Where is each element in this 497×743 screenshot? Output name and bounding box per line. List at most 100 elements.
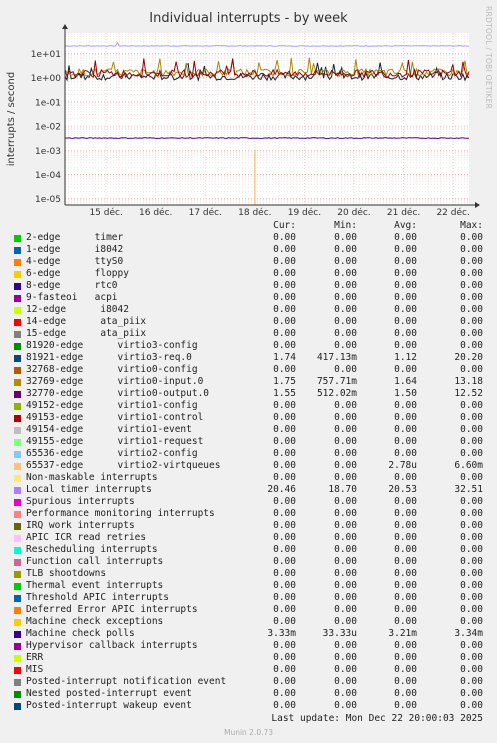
legend-row: 32768-edge virtio0-config 0.00 0.00 0.00 0.0… bbox=[0, 364, 497, 376]
value-avg: 0.00 bbox=[394, 580, 417, 591]
value-cur: 0.00 bbox=[273, 256, 296, 267]
legend-label: 14-edge ata_piix bbox=[26, 316, 147, 327]
value-cur: 0.00 bbox=[273, 232, 296, 243]
value-min: 0.00 bbox=[334, 688, 357, 699]
value-avg: 0.00 bbox=[394, 280, 417, 291]
legend-label: Thermal event interrupts bbox=[26, 580, 164, 591]
legend-swatch bbox=[14, 511, 21, 518]
value-cur: 1.55 bbox=[273, 388, 296, 399]
value-max: 6.60m bbox=[454, 460, 483, 471]
value-cur: 0.00 bbox=[273, 700, 296, 711]
last-update: Last update: Mon Dec 22 20:00:03 2025 bbox=[271, 713, 483, 724]
legend-swatch bbox=[14, 427, 21, 434]
value-avg: 0.00 bbox=[394, 364, 417, 375]
legend-swatch bbox=[14, 259, 21, 266]
legend-label: Posted-interrupt notification event bbox=[26, 676, 227, 687]
value-avg: 0.00 bbox=[394, 652, 417, 663]
legend-row: 6-edge floppy 0.00 0.00 0.00 0.00 bbox=[0, 268, 497, 280]
value-max: 0.00 bbox=[460, 640, 483, 651]
legend-label: Non-maskable interrupts bbox=[26, 472, 158, 483]
legend-row: 14-edge ata_piix 0.00 0.00 0.00 0.00 bbox=[0, 316, 497, 328]
legend-label: Nested posted-interrupt event bbox=[26, 688, 192, 699]
legend-swatch bbox=[14, 607, 21, 614]
value-max: 32.51 bbox=[454, 484, 483, 495]
value-max: 0.00 bbox=[460, 604, 483, 615]
legend-row: 49153-edge virtio1-control 0.00 0.00 0.00 0.… bbox=[0, 412, 497, 424]
value-avg: 0.00 bbox=[394, 232, 417, 243]
value-avg: 0.00 bbox=[394, 508, 417, 519]
legend-label: Rescheduling interrupts bbox=[26, 544, 158, 555]
legend-row: TLB shootdowns 0.00 0.00 0.00 0.00 bbox=[0, 568, 497, 580]
legend-row: Hypervisor callback interrupts 0.00 0.00 0.… bbox=[0, 640, 497, 652]
legend-swatch bbox=[14, 487, 21, 494]
legend-row: 32769-edge virtio0-input.0 1.75 757.71m 1.6… bbox=[0, 376, 497, 388]
value-cur: 0.00 bbox=[273, 400, 296, 411]
legend-swatch bbox=[14, 403, 21, 410]
legend-label: 65536-edge virtio2-config bbox=[26, 448, 198, 459]
value-cur: 0.00 bbox=[273, 616, 296, 627]
value-max: 0.00 bbox=[460, 616, 483, 627]
value-avg: 0.00 bbox=[394, 688, 417, 699]
legend-label: 81920-edge virtio3-config bbox=[26, 340, 198, 351]
legend-swatch bbox=[14, 295, 21, 302]
value-max: 0.00 bbox=[460, 268, 483, 279]
legend-row: Spurious interrupts 0.00 0.00 0.00 0.00 bbox=[0, 496, 497, 508]
legend-swatch bbox=[14, 643, 21, 650]
legend-label: APIC ICR read retries bbox=[26, 532, 147, 543]
legend-swatch bbox=[14, 415, 21, 422]
value-cur: 0.00 bbox=[273, 652, 296, 663]
legend-swatch bbox=[14, 655, 21, 662]
legend-label: 6-edge floppy bbox=[26, 268, 129, 279]
value-avg: 0.00 bbox=[394, 664, 417, 675]
value-max: 0.00 bbox=[460, 592, 483, 603]
legend-row: 4-edge ttyS0 0.00 0.00 0.00 0.00 bbox=[0, 256, 497, 268]
legend-label: Deferred Error APIC interrupts bbox=[26, 604, 198, 615]
value-cur: 0.00 bbox=[273, 424, 296, 435]
legend-row: Nested posted-interrupt event 0.00 0.00 0.0… bbox=[0, 688, 497, 700]
value-cur: 0.00 bbox=[273, 412, 296, 423]
legend-row: APIC ICR read retries 0.00 0.00 0.00 0.00 bbox=[0, 532, 497, 544]
value-cur: 3.33m bbox=[267, 628, 296, 639]
legend-row: 65536-edge virtio2-config 0.00 0.00 0.00 0.0… bbox=[0, 448, 497, 460]
legend-row: Non-maskable interrupts 0.00 0.00 0.00 0.00 bbox=[0, 472, 497, 484]
legend-row: 49155-edge virtio1-request 0.00 0.00 0.00 0.… bbox=[0, 436, 497, 448]
value-cur: 0.00 bbox=[273, 364, 296, 375]
legend-row: 81920-edge virtio3-config 0.00 0.00 0.00 0.0… bbox=[0, 340, 497, 352]
value-max: 12.52 bbox=[454, 388, 483, 399]
legend-header: Cur: Min: Avg: Max: bbox=[0, 220, 497, 232]
value-max: 0.00 bbox=[460, 652, 483, 663]
value-min: 0.00 bbox=[334, 532, 357, 543]
value-cur: 1.74 bbox=[273, 352, 296, 363]
value-cur: 0.00 bbox=[273, 592, 296, 603]
value-avg: 0.00 bbox=[394, 304, 417, 315]
legend-row: ERR 0.00 0.00 0.00 0.00 bbox=[0, 652, 497, 664]
value-avg: 0.00 bbox=[394, 568, 417, 579]
value-avg: 0.00 bbox=[394, 292, 417, 303]
y-tick-label: 1e-04 bbox=[35, 171, 61, 181]
y-axis-label: interrupts / second bbox=[6, 72, 17, 166]
x-tick-label: 21 déc. bbox=[387, 207, 420, 218]
value-avg: 0.00 bbox=[394, 448, 417, 459]
value-max: 0.00 bbox=[460, 700, 483, 711]
value-cur: 1.75 bbox=[273, 376, 296, 387]
value-avg: 0.00 bbox=[394, 616, 417, 627]
value-cur: 0.00 bbox=[273, 676, 296, 687]
legend-row: Rescheduling interrupts 0.00 0.00 0.00 0.00 bbox=[0, 544, 497, 556]
legend-row: Function call interrupts 0.00 0.00 0.00 0.00 bbox=[0, 556, 497, 568]
legend-swatch bbox=[14, 547, 21, 554]
value-avg: 0.00 bbox=[394, 256, 417, 267]
legend-row: Thermal event interrupts 0.00 0.00 0.00 0.00 bbox=[0, 580, 497, 592]
header-max: Max: bbox=[460, 220, 483, 231]
value-min: 18.70 bbox=[328, 484, 357, 495]
value-avg: 1.64 bbox=[394, 376, 417, 387]
legend-swatch bbox=[14, 571, 21, 578]
value-max: 0.00 bbox=[460, 688, 483, 699]
value-min: 0.00 bbox=[334, 700, 357, 711]
x-tick-label: 16 déc. bbox=[139, 207, 172, 218]
value-max: 0.00 bbox=[460, 448, 483, 459]
value-max: 0.00 bbox=[460, 328, 483, 339]
value-avg: 0.00 bbox=[394, 244, 417, 255]
y-tick-label: 1e+01 bbox=[31, 50, 61, 60]
legend-label: 4-edge ttyS0 bbox=[26, 256, 124, 267]
legend-label: 32768-edge virtio0-config bbox=[26, 364, 198, 375]
